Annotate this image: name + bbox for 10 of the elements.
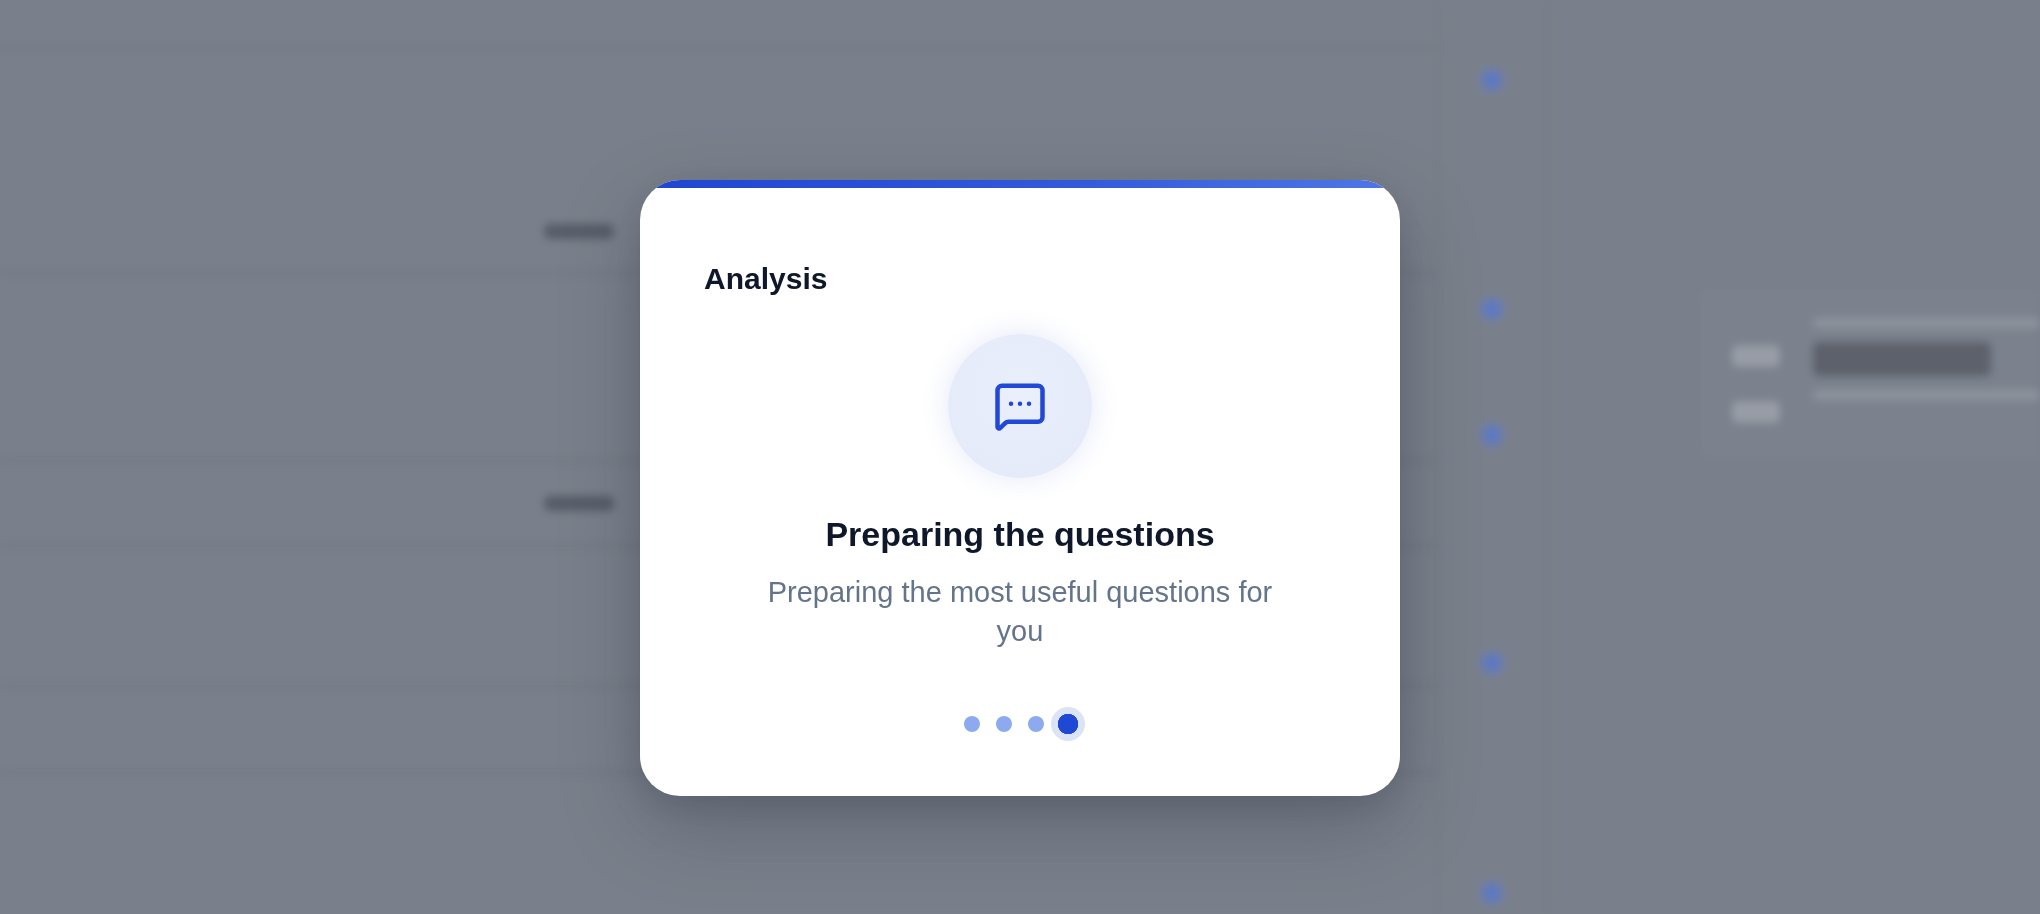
blurred-dot-icon [1479, 650, 1505, 676]
blurred-bar [544, 496, 614, 511]
blurred-dot-icon [1479, 67, 1505, 93]
blurred-dot-icon [1479, 880, 1505, 906]
blurred-dot-icon [1479, 422, 1505, 448]
blurred-bar [544, 224, 614, 239]
status-description: Preparing the most useful questions for you [766, 575, 1274, 649]
status-heading: Preparing the questions [825, 514, 1215, 555]
dialog-title: Analysis [704, 261, 828, 297]
blurred-dot-icon [1479, 296, 1505, 322]
